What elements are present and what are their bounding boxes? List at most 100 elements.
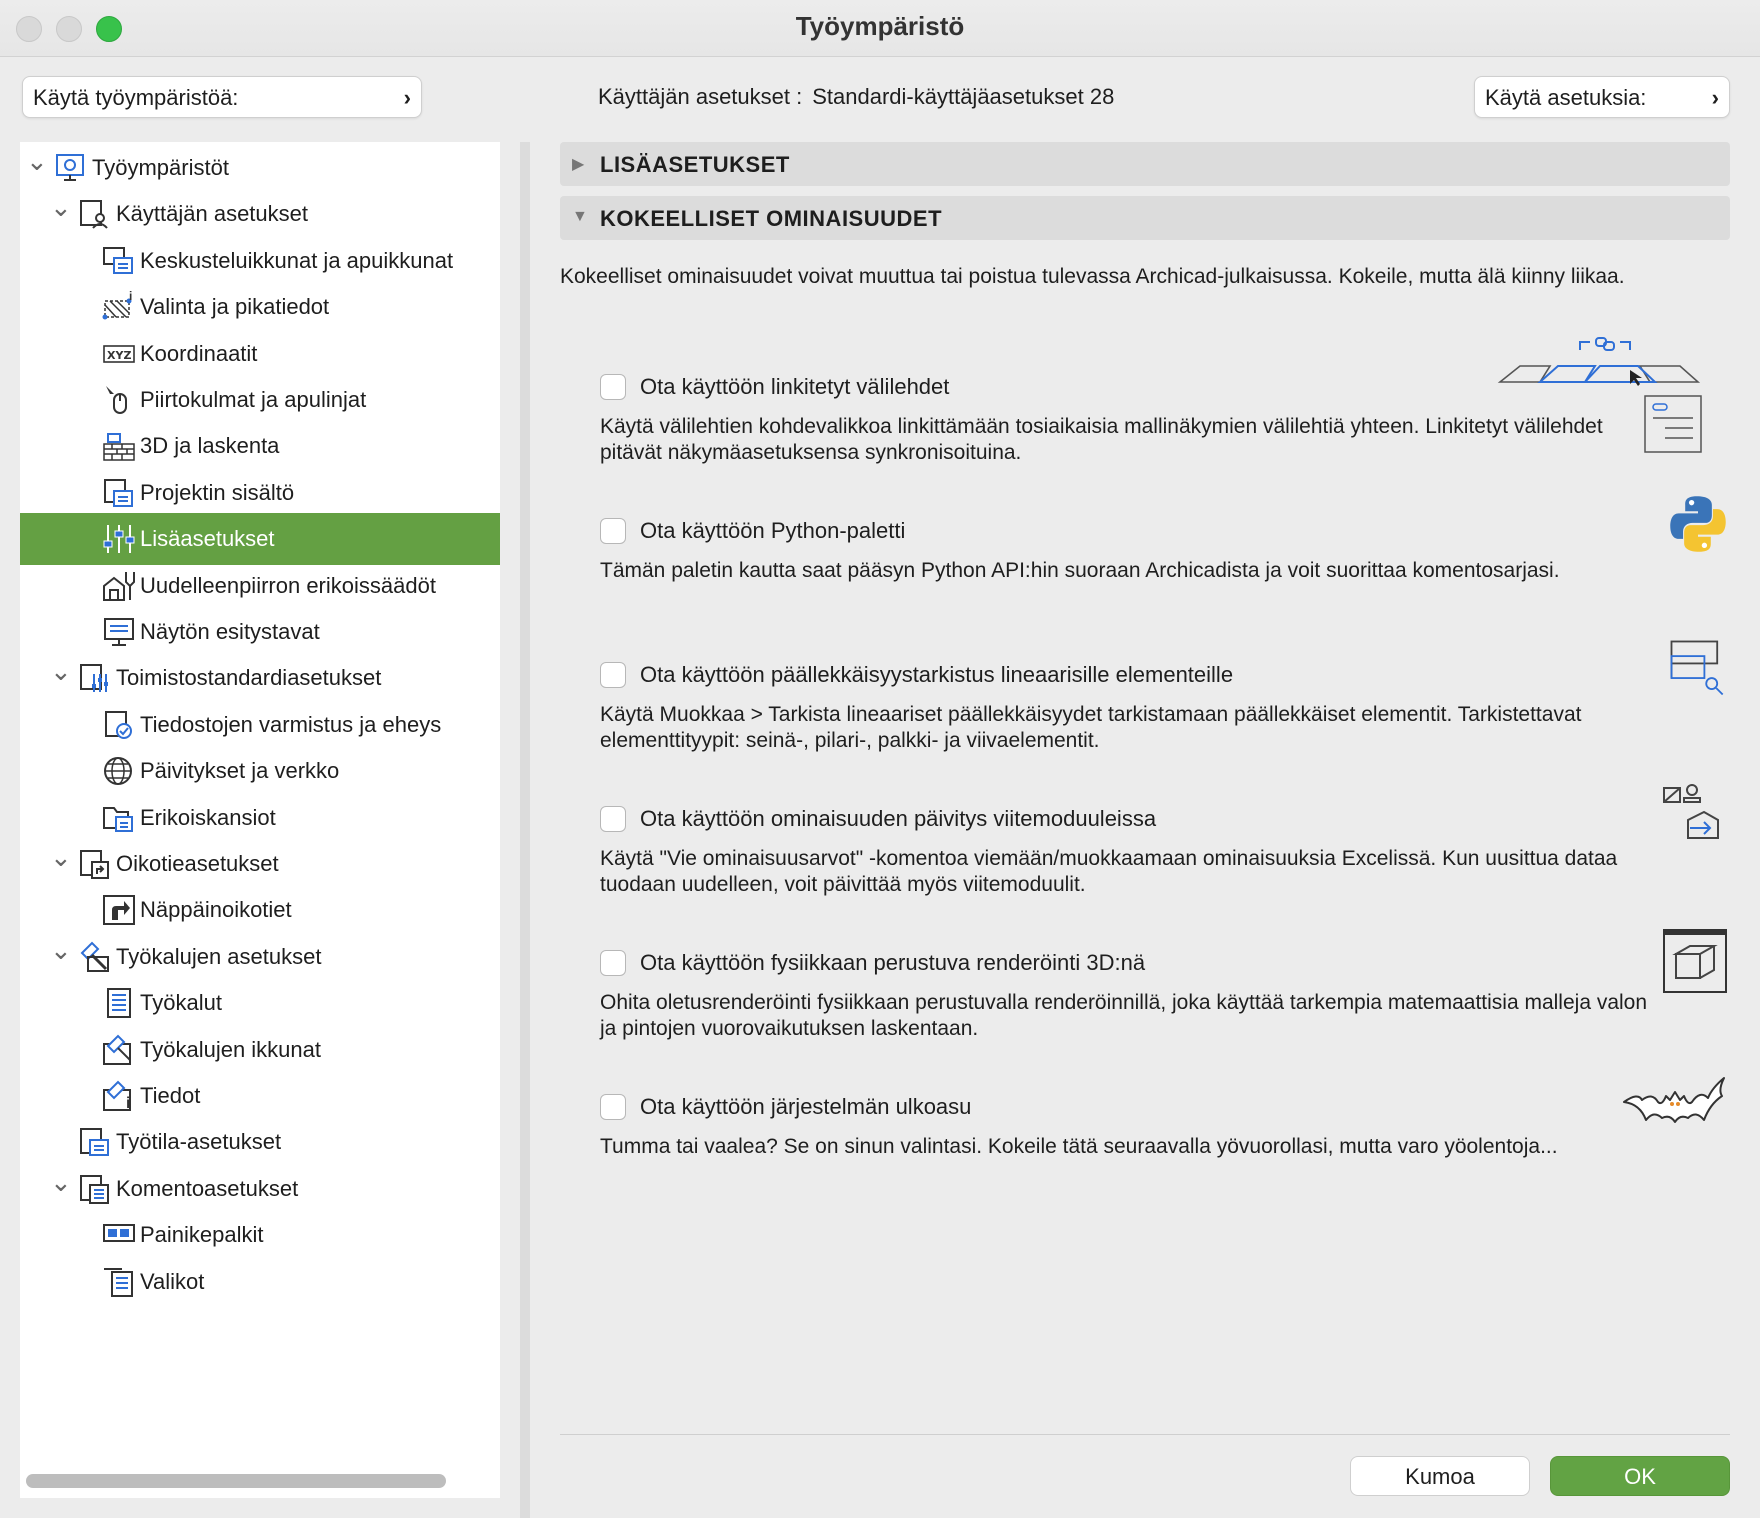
feature-title: Ota käyttöön fysiikkaan perustuva render…	[640, 950, 1146, 975]
user-settings-value: Standardi-käyttäjäasetukset 28	[812, 84, 1115, 109]
feature-item: Ota käyttöön ominaisuuden päivitys viite…	[600, 784, 1730, 942]
tree-item-label: Päivitykset ja verkko	[140, 758, 340, 784]
feature-description: Tumma tai vaalea? Se on sinun valintasi.…	[600, 1135, 1558, 1158]
tree-item[interactable]: ⌄ Työkalujen asetukset	[20, 931, 500, 983]
chevron-down-icon[interactable]: ⌄	[26, 146, 48, 176]
footer-divider	[560, 1434, 1730, 1435]
chevron-down-icon[interactable]: ⌄	[50, 656, 72, 686]
tree-item-label: Näytön esitystavat	[140, 619, 320, 644]
redraw-icon	[102, 570, 136, 602]
shortcut-arrow-icon	[102, 894, 136, 926]
apply-workspace-label: Käytä työympäristöä:	[33, 85, 239, 110]
menus-icon	[102, 1266, 136, 1298]
tree-item-label: Projektin sisältö	[140, 479, 295, 505]
mouse-icon	[102, 384, 136, 416]
chevron-down-icon[interactable]: ⌄	[50, 842, 72, 872]
tree-item-label: Piirtokulmat ja apulinjat	[140, 387, 367, 412]
tree-item[interactable]: Työkalujen ikkunat	[20, 1024, 500, 1076]
chevron-right-icon: ›	[403, 85, 411, 110]
chevron-down-icon[interactable]: ⌄	[50, 935, 72, 965]
apply-settings-label: Käytä asetuksia:	[1485, 85, 1647, 110]
overlap-check-icon	[1666, 636, 1730, 700]
tree-item[interactable]: Keskusteluikkunat ja apuikkunat	[20, 235, 500, 287]
panel-splitter[interactable]	[520, 142, 530, 1518]
experimental-intro: Kokeelliset ominaisuudet voivat muuttua …	[560, 265, 1625, 288]
section-more-settings[interactable]: ▶ LISÄASETUKSET	[560, 142, 1730, 186]
feature-checkbox[interactable]	[600, 662, 626, 688]
workspace-tree[interactable]: ⌄ Työympäristöt ⌄ Käyttäjän asetukset Keskus…	[20, 142, 500, 1498]
chevron-down-icon[interactable]: ⌄	[50, 192, 72, 222]
feature-checkbox[interactable]	[600, 950, 626, 976]
tree-item-label: 3D ja laskenta	[140, 433, 280, 459]
tree-item-label: Työkalut	[140, 990, 222, 1016]
tree-item[interactable]: Näytön esitystavat	[20, 606, 500, 658]
tree-item[interactable]: Piirtokulmat ja apulinjat	[20, 374, 500, 426]
ok-button[interactable]: OK	[1550, 1456, 1730, 1496]
feature-checkbox[interactable]	[600, 374, 626, 400]
tree-item[interactable]: Näppäinoikotiet	[20, 884, 500, 936]
tree-item-label: Painikepalkit	[140, 1222, 264, 1248]
chevron-right-icon: ›	[1711, 85, 1719, 110]
feature-title: Ota käyttöön linkitetyt välilehdet	[640, 374, 950, 399]
tree-item-label: Keskusteluikkunat ja apuikkunat	[140, 247, 454, 273]
tree-item[interactable]: Painikepalkit	[20, 1209, 500, 1261]
tree-item[interactable]: ⌄ Komentoasetukset	[20, 1163, 500, 1215]
tree-item-label: Näppäinoikotiet	[140, 897, 292, 923]
3d-cube-icon	[1660, 926, 1730, 996]
tree-item[interactable]: ⌄ Toimistostandardiasetukset	[20, 652, 500, 704]
tree-item[interactable]: Erikoiskansiot	[20, 792, 500, 844]
horizontal-scrollbar[interactable]	[26, 1474, 446, 1488]
user-settings-info: Käyttäjän asetukset : Standardi-käyttäjäa…	[598, 84, 1114, 110]
tree-item[interactable]: 3D ja laskenta	[20, 420, 500, 472]
xyz-icon: XYZ	[102, 338, 136, 370]
tree-item-label: Käyttäjän asetukset	[116, 201, 309, 227]
tree-item[interactable]: Päivitykset ja verkko	[20, 745, 500, 797]
folder-icon	[102, 802, 136, 834]
linked-tabs-icon	[1480, 326, 1730, 456]
workspaces-icon	[54, 152, 88, 184]
tree-item[interactable]: Lisäasetukset	[20, 513, 500, 566]
sliders-icon	[102, 523, 136, 555]
apply-workspace-button[interactable]: Käytä työympäristöä: ›	[22, 76, 422, 118]
user-settings-icon	[78, 198, 112, 230]
apply-settings-button[interactable]: Käytä asetuksia: ›	[1474, 76, 1730, 118]
tree-item[interactable]: Projektin sisältö	[20, 467, 500, 519]
info-icon: i	[102, 1080, 136, 1112]
worktime-icon	[78, 1126, 112, 1158]
tree-item-label: Lisäasetukset	[140, 526, 275, 552]
section-experimental[interactable]: ▼ KOKEELLISET OMINAISUUDET	[560, 196, 1730, 240]
tree-item[interactable]: Uudelleenpiirron erikoissäädöt	[20, 560, 500, 612]
feature-checkbox[interactable]	[600, 518, 626, 544]
tree-item[interactable]: ⌄ Käyttäjän asetukset	[20, 188, 500, 240]
tree-item[interactable]: i Valinta ja pikatiedot	[20, 281, 500, 333]
feature-item: Ota käyttöön fysiikkaan perustuva render…	[600, 929, 1730, 1086]
globe-icon	[102, 755, 136, 787]
tree-item-label: Oikotieasetukset	[116, 851, 279, 876]
python-icon	[1666, 492, 1730, 556]
command-settings-icon	[78, 1173, 112, 1205]
tree-item[interactable]: Tiedostojen varmistus ja eheys	[20, 699, 500, 751]
tree-item[interactable]: Työtila-asetukset	[20, 1116, 500, 1168]
user-settings-label: Käyttäjän asetukset :	[598, 84, 803, 109]
feature-checkbox[interactable]	[600, 806, 626, 832]
tree-item[interactable]: i Tiedot	[20, 1070, 500, 1122]
chevron-down-icon[interactable]: ⌄	[50, 1167, 72, 1197]
tree-item[interactable]: Työkalut	[20, 977, 500, 1029]
tree-item-label: Työympäristöt	[92, 155, 229, 180]
feature-checkbox[interactable]	[600, 1094, 626, 1120]
tree-item[interactable]: XYZ Koordinaatit	[20, 328, 500, 380]
property-update-icon	[1660, 780, 1730, 850]
tree-item-label: Koordinaatit	[140, 340, 258, 366]
tree-item[interactable]: ⌄ Oikotieasetukset	[20, 838, 500, 890]
cancel-button[interactable]: Kumoa	[1350, 1456, 1530, 1496]
svg-text:i: i	[126, 1095, 130, 1112]
tree-item-label: Uudelleenpiirron erikoissäädöt	[140, 572, 436, 598]
dialogs-icon	[102, 245, 136, 277]
feature-item: Ota käyttöön Python-paletti Tämän paleti…	[600, 496, 1730, 654]
tools-list-icon	[102, 987, 136, 1019]
tree-item[interactable]: Valikot	[20, 1256, 500, 1308]
tree-item-label: Työtila-asetukset	[116, 1129, 282, 1155]
feature-item: Ota käyttöön linkitetyt välilehdet Käytä…	[600, 337, 1730, 510]
disclosure-down-icon: ▼	[572, 208, 589, 225]
tree-item[interactable]: ⌄ Työympäristöt	[20, 142, 500, 194]
